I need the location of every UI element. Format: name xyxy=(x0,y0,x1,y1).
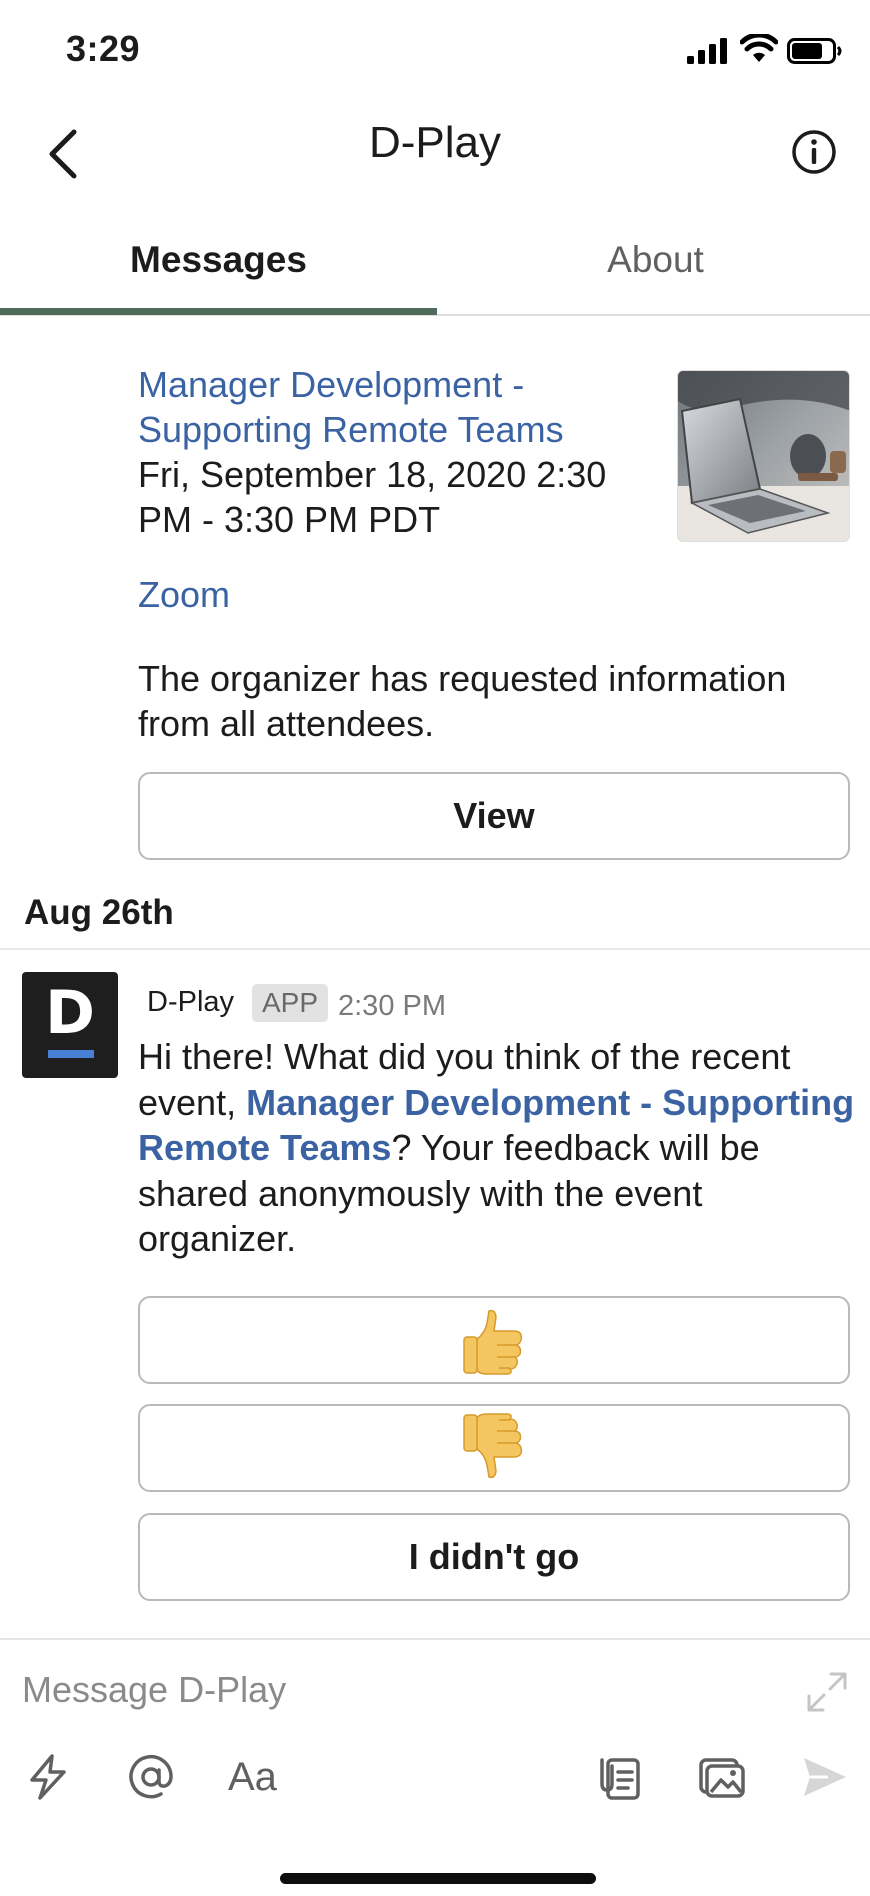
thumbs-up-icon xyxy=(463,1309,523,1375)
home-indicator xyxy=(280,1873,596,1884)
divider xyxy=(0,948,870,950)
active-tab-indicator xyxy=(0,308,437,315)
info-icon[interactable] xyxy=(790,128,838,176)
status-bar: 3:29 xyxy=(0,0,870,100)
thumbs-down-button[interactable] xyxy=(138,1404,850,1492)
event-datetime: Fri, September 18, 2020 2:30 PM - 3:30 P… xyxy=(138,454,607,540)
mention-at-icon[interactable] xyxy=(126,1752,176,1802)
thumbs-down-icon xyxy=(463,1413,523,1479)
app-badge: APP xyxy=(252,984,329,1022)
avatar-accent-bar xyxy=(48,1050,94,1058)
event-location-link[interactable]: Zoom xyxy=(138,574,230,616)
send-icon[interactable] xyxy=(800,1752,850,1802)
message-input[interactable] xyxy=(22,1660,782,1720)
cellular-signal-icon xyxy=(687,38,727,64)
battery-icon xyxy=(787,38,842,64)
lightning-icon[interactable] xyxy=(24,1752,74,1802)
didnt-go-button[interactable]: I didn't go xyxy=(138,1513,850,1601)
expand-icon[interactable] xyxy=(803,1668,851,1716)
avatar-letter: D xyxy=(45,978,95,1048)
file-attachment-icon[interactable] xyxy=(594,1752,644,1802)
event-title-link[interactable]: Manager Development - Supporting Remote … xyxy=(138,362,668,452)
date-divider: Aug 26th xyxy=(24,893,174,932)
view-button[interactable]: View xyxy=(138,772,850,860)
nav-bar: D-Play xyxy=(0,100,870,210)
sender-name[interactable]: D-Play xyxy=(147,986,234,1019)
thumbs-up-button[interactable] xyxy=(138,1296,850,1384)
wifi-icon xyxy=(740,34,778,62)
message-timestamp: 2:30 PM xyxy=(338,990,446,1022)
status-time: 3:29 xyxy=(66,28,141,69)
page-title: D-Play xyxy=(368,118,502,167)
tab-messages[interactable]: Messages xyxy=(0,220,437,316)
tab-about[interactable]: About xyxy=(437,220,870,316)
photo-gallery-icon[interactable] xyxy=(697,1752,747,1802)
composer-divider xyxy=(0,1638,870,1640)
event-thumbnail-image xyxy=(677,370,850,542)
tab-bar: Messages About xyxy=(0,220,870,316)
text-format-icon[interactable]: Aa xyxy=(228,1752,288,1802)
message-body: Hi there! What did you think of the rece… xyxy=(138,1034,858,1262)
event-note: The organizer has requested information … xyxy=(138,658,787,744)
avatar[interactable]: D xyxy=(22,972,118,1078)
